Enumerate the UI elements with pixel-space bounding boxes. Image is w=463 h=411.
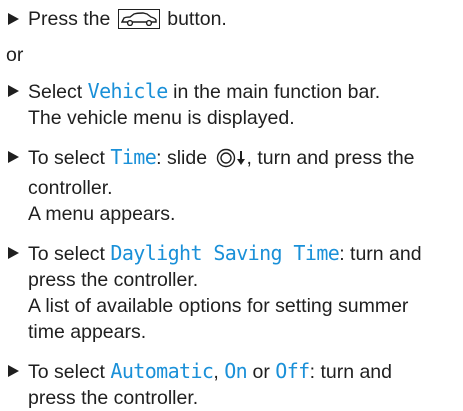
- instruction-document: Press the button. or Select Vehicle in t…: [6, 6, 458, 411]
- step-result: A menu appears.: [28, 203, 176, 225]
- step-text: To select: [28, 361, 105, 383]
- or-label: or: [6, 44, 24, 66]
- menu-term-off: Off: [275, 359, 310, 383]
- step-bullet-icon: [8, 365, 19, 377]
- controller-slide-down-icon: [216, 148, 246, 175]
- step-result: A list of available options for setting …: [28, 295, 409, 317]
- step-bullet-icon: [8, 85, 19, 97]
- step-select-vehicle: Select Vehicle in the main function bar.…: [6, 78, 458, 131]
- step-text: or: [252, 361, 270, 383]
- menu-term-on: On: [224, 359, 248, 383]
- step-bullet-icon: [8, 151, 19, 163]
- step-select-option: To select Automatic, On or Off: turn and…: [6, 358, 458, 411]
- step-text: press the controller.: [28, 387, 199, 409]
- step-text: Press the: [28, 8, 111, 30]
- step-bullet-icon: [8, 247, 19, 259]
- step-text: : turn and: [339, 243, 422, 265]
- step-result: time appears.: [28, 321, 147, 343]
- step-text: controller.: [28, 177, 113, 199]
- step-press-car-button: Press the button.: [6, 6, 458, 32]
- step-text: in the main function bar.: [173, 81, 381, 103]
- step-text: ,: [213, 361, 219, 383]
- menu-term-time: Time: [110, 145, 157, 169]
- step-select-time: To select Time: slide , turn and press t…: [6, 144, 458, 227]
- step-text: To select: [28, 147, 105, 169]
- menu-term-vehicle: Vehicle: [87, 79, 169, 103]
- step-bullet-icon: [8, 13, 19, 25]
- step-text: : slide: [156, 147, 208, 169]
- step-text: button.: [167, 8, 227, 30]
- car-button-icon: [117, 9, 160, 29]
- step-text: press the controller.: [28, 269, 199, 291]
- step-result: The vehicle menu is displayed.: [28, 107, 295, 129]
- step-text: Select: [28, 81, 83, 103]
- step-text: To select: [28, 243, 105, 265]
- step-text: : turn and: [309, 361, 392, 383]
- menu-term-daylight-saving-time: Daylight Saving Time: [110, 241, 340, 265]
- menu-term-automatic: Automatic: [110, 359, 214, 383]
- step-text: , turn and press the: [246, 147, 415, 169]
- step-select-daylight-saving: To select Daylight Saving Time: turn and…: [6, 240, 458, 345]
